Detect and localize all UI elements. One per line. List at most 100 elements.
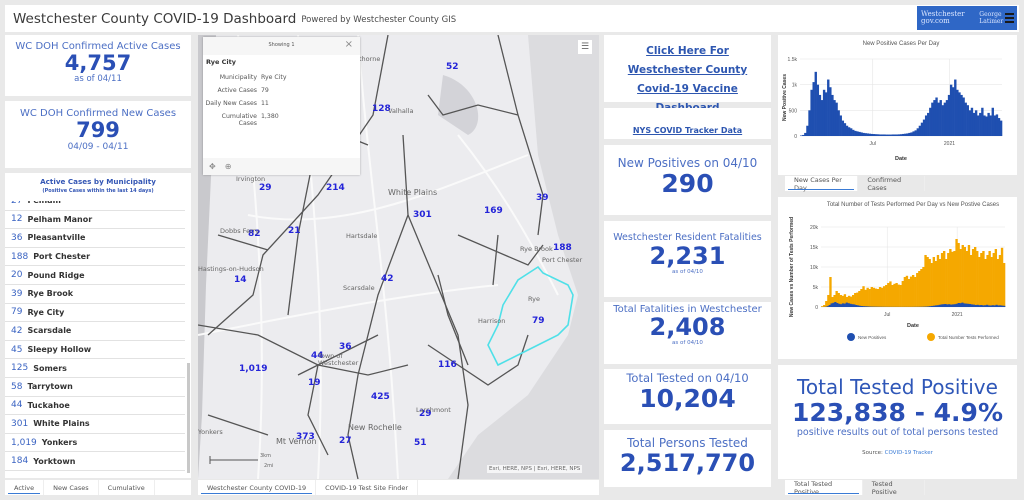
covid-tracker-link[interactable]: COVID-19 Tracker bbox=[885, 450, 933, 456]
map-place-label: Hartsdale bbox=[346, 232, 378, 240]
map-case-label[interactable]: 29 bbox=[259, 183, 272, 193]
bar bbox=[990, 257, 993, 307]
bar bbox=[944, 304, 947, 307]
tab-new-cases[interactable]: New Cases bbox=[44, 480, 99, 495]
zoom-to-icon[interactable]: ⊕ bbox=[225, 162, 232, 171]
map-case-label[interactable]: 51 bbox=[414, 438, 427, 448]
bar bbox=[834, 302, 837, 307]
pan-icon[interactable]: ✥ bbox=[209, 162, 216, 171]
map-case-label[interactable]: 42 bbox=[381, 274, 394, 284]
list-item[interactable]: 188 Port Chester bbox=[5, 248, 185, 267]
x-tick-label: 2021 bbox=[952, 312, 963, 318]
bar bbox=[912, 131, 915, 136]
bar bbox=[856, 131, 859, 136]
list-item[interactable]: 39 Rye Brook bbox=[5, 285, 185, 304]
map-case-label[interactable]: 301 bbox=[413, 210, 432, 220]
y-tick-label: 10k bbox=[810, 265, 819, 271]
nys-tracker-link[interactable]: NYS COVID Tracker Data bbox=[633, 126, 742, 135]
list-item[interactable]: 184 Yorktown bbox=[5, 452, 185, 471]
map-case-label[interactable]: 52 bbox=[446, 62, 459, 72]
chart-title: Total Number of Tests Performed Per Day … bbox=[827, 202, 999, 208]
bar bbox=[901, 281, 904, 307]
persons-tested-label: Total Persons Tested bbox=[627, 436, 748, 450]
popup-fields: Municipality Rye City Active Cases 79 Dail… bbox=[203, 71, 289, 130]
bar bbox=[806, 125, 809, 136]
bar bbox=[810, 89, 813, 136]
popup-field-key: Active Cases bbox=[217, 87, 257, 94]
list-scrollbar[interactable] bbox=[187, 363, 190, 473]
list-item[interactable]: 27 Pelham bbox=[5, 201, 185, 211]
map-case-label[interactable]: 36 bbox=[339, 342, 352, 352]
map-case-label[interactable]: 21 bbox=[288, 226, 301, 236]
tab-confirmed-cases[interactable]: Confirmed Cases bbox=[858, 176, 925, 192]
bar bbox=[816, 84, 820, 136]
tab-total-tested-positive[interactable]: Total Tested Positive bbox=[785, 480, 863, 496]
tab-tested-positive[interactable]: Tested Positive bbox=[863, 480, 925, 496]
tab-test-site-finder[interactable]: COVID-19 Test Site Finder bbox=[316, 480, 419, 495]
bar bbox=[841, 120, 845, 136]
list-item[interactable]: 36 Pleasantville bbox=[5, 229, 185, 248]
map-case-label[interactable]: 214 bbox=[326, 183, 345, 193]
bar bbox=[831, 94, 834, 136]
bar bbox=[870, 287, 873, 307]
nys-link-card: NYS COVID Tracker Data bbox=[604, 108, 771, 139]
bar bbox=[920, 269, 923, 307]
bar bbox=[987, 305, 991, 307]
list-item[interactable]: 20 Pound Ridge bbox=[5, 266, 185, 285]
bar bbox=[963, 303, 966, 307]
vaccine-dashboard-link[interactable]: Click Here For Westchester County Covid-… bbox=[628, 45, 747, 114]
close-icon[interactable]: × bbox=[345, 39, 353, 50]
bar bbox=[978, 305, 981, 307]
map-case-label[interactable]: 79 bbox=[532, 316, 545, 326]
bar bbox=[876, 289, 880, 307]
tab-westchester-covid[interactable]: Westchester County COVID-19 bbox=[198, 480, 317, 495]
new-cases-chart: New Positive Cases Per Day 0 500 1k 1.5k Jul 2… bbox=[782, 41, 1003, 162]
legend-list-icon[interactable]: ☰ bbox=[578, 40, 592, 54]
municipality-name: Pelham Manor bbox=[27, 214, 93, 224]
municipality-count: 125 bbox=[11, 363, 29, 374]
list-item[interactable]: 44 Tuckahoe bbox=[5, 397, 185, 416]
tab-new-cases-per-day[interactable]: New Cases Per Day bbox=[785, 176, 859, 192]
list-item[interactable]: 301 White Plains bbox=[5, 415, 185, 434]
map-place-label: Mt Vernon bbox=[276, 437, 317, 446]
list-item[interactable]: 79 Rye City bbox=[5, 304, 185, 323]
list-item[interactable]: 58 Tarrytown bbox=[5, 378, 185, 397]
hamburger-menu-icon[interactable] bbox=[1005, 13, 1014, 25]
list-item[interactable]: 45 Sleepy Hollow bbox=[5, 341, 185, 360]
bar bbox=[970, 107, 974, 136]
bar bbox=[916, 273, 919, 307]
bar bbox=[995, 304, 998, 307]
list-item[interactable]: 42 Scarsdale bbox=[5, 322, 185, 341]
popup-field-key: Cumulative Cases bbox=[221, 113, 257, 127]
map-case-label[interactable]: 169 bbox=[484, 206, 503, 216]
map-case-label[interactable]: 39 bbox=[536, 193, 549, 203]
bar bbox=[928, 259, 931, 307]
map-case-label[interactable]: 116 bbox=[438, 360, 457, 370]
bar bbox=[910, 132, 913, 136]
map-case-label[interactable]: 19 bbox=[308, 378, 321, 388]
municipality-name: Pleasantville bbox=[27, 233, 86, 243]
bar bbox=[942, 251, 946, 307]
bar bbox=[961, 302, 964, 307]
municipality-list[interactable]: 27 Pelham 12 Pelham Manor 36 Pleasantville 188… bbox=[5, 201, 185, 478]
tab-cumulative[interactable]: Cumulative bbox=[99, 480, 155, 495]
map-case-label[interactable]: 1,019 bbox=[239, 364, 267, 374]
map-case-label[interactable]: 425 bbox=[371, 392, 390, 402]
bar bbox=[1002, 263, 1006, 307]
bar bbox=[927, 112, 930, 136]
westchester-logo[interactable]: Westchester gov.com George Latimer bbox=[917, 6, 1017, 30]
bar bbox=[920, 122, 924, 136]
list-item[interactable]: 12 Pelham Manor bbox=[5, 211, 185, 230]
page-title: Westchester County COVID-19 Dashboard bbox=[13, 10, 297, 27]
map-case-label[interactable]: 14 bbox=[234, 275, 247, 285]
tab-active[interactable]: Active bbox=[5, 480, 45, 495]
bar bbox=[889, 134, 892, 136]
bar bbox=[839, 304, 843, 307]
list-item[interactable]: 125 Somers bbox=[5, 359, 185, 378]
map-case-label[interactable]: 188 bbox=[553, 243, 572, 253]
map-case-label[interactable]: 27 bbox=[339, 436, 352, 446]
list-item[interactable]: 1,019 Yonkers bbox=[5, 434, 185, 453]
municipality-name: Sleepy Hollow bbox=[27, 345, 92, 355]
bar bbox=[948, 304, 951, 307]
bar bbox=[989, 115, 992, 136]
